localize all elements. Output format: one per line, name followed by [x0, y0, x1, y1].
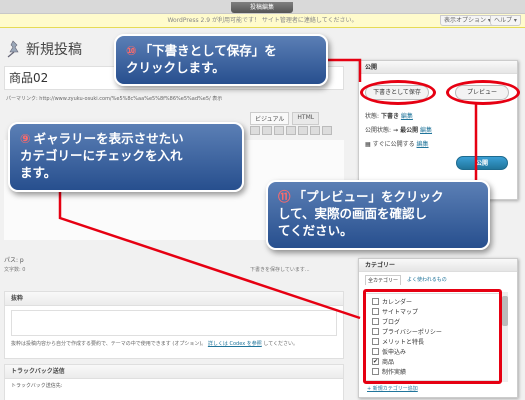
toolbar-button[interactable] [298, 126, 308, 135]
step-number: ⑩ [126, 43, 137, 58]
callout-step-11: ⑪ 「プレビュー」をクリック して、実際の画面を確認し てください。 [266, 180, 490, 250]
save-draft-highlight [360, 80, 436, 105]
callout-text: して、実際の画面を確認し [278, 206, 428, 221]
tab-visual[interactable]: ビジュアル [250, 112, 290, 125]
editor-tabs: ビジュアル HTML [250, 112, 320, 125]
toolbar-button[interactable] [250, 126, 260, 135]
schedule-label: すぐに公開する [372, 141, 415, 148]
callout-step-9: ⑨ ギャラリーを表示させたい カテゴリーにチェックを入れ ます。 [8, 122, 244, 192]
callout-text: ギャラリーを表示させたい [33, 131, 184, 146]
tab-html[interactable]: HTML [292, 112, 320, 125]
toolbar-button[interactable] [274, 126, 284, 135]
toolbar-button[interactable] [310, 126, 320, 135]
visibility-row: 公開状態: → 最公開 編集 [365, 125, 432, 134]
post-status-row: 状態: 下書き 編集 [365, 111, 413, 120]
callout-step-10: ⑩ 「下書きとして保存」を クリックします。 [114, 34, 328, 86]
calendar-icon: ▦ [365, 141, 371, 148]
help-tab[interactable]: ヘルプ ▾ [490, 15, 521, 26]
excerpt-textarea[interactable] [11, 310, 337, 336]
publish-button[interactable]: 公開 [456, 156, 508, 170]
status-edit-link[interactable]: 編集 [401, 113, 413, 120]
callout-text: クリックします。 [126, 60, 225, 75]
schedule-edit-link[interactable]: 編集 [417, 141, 429, 148]
status-label: 状態: [365, 113, 380, 120]
trackback-box: トラックバック送信 トラックバック送信先: [4, 364, 344, 400]
visibility-value: → 最公開 [392, 127, 419, 134]
excerpt-note: 抜粋は投稿内容から自分で作成する要約で、テーマの中で使用できます (オプション)… [5, 340, 343, 347]
schedule-row: ▦ すぐに公開する 編集 [365, 139, 429, 148]
header-title-tab[interactable]: 投稿編集 [231, 2, 293, 13]
status-value: 下書き [380, 113, 399, 120]
callout-text: てください。 [278, 223, 353, 238]
tab-popular-categories[interactable]: よく使われるもの [405, 275, 449, 285]
callout-text: カテゴリーにチェックを入れ [20, 148, 183, 163]
admin-header: 投稿編集 [0, 0, 525, 14]
callout-text: 「下書きとして保存」を [139, 43, 277, 58]
excerpt-note-text: 抜粋は投稿内容から自分で作成する要約で、テーマの中で使用できます (オプション)… [11, 341, 207, 347]
page-title: 新規投稿 [4, 38, 82, 60]
screen-options-tab[interactable]: 表示オプション ▾ [440, 15, 495, 26]
codex-link[interactable]: 詳しくは Codex を参照 [208, 341, 262, 347]
step-number: ⑪ [278, 189, 291, 204]
toolbar-button[interactable] [286, 126, 296, 135]
visibility-label: 公開状態: [365, 127, 392, 134]
category-tabs: 全カテゴリー よく使われるもの [359, 272, 517, 285]
callout-text: 「プレビュー」をクリック [293, 189, 444, 204]
preview-highlight [446, 80, 520, 105]
visibility-edit-link[interactable]: 編集 [420, 127, 432, 134]
permalink: パーマリンク: http://www.zyuku-osuki.com/%e5%8… [6, 96, 223, 102]
callout-text: ます。 [20, 165, 57, 180]
pushpin-icon [7, 40, 19, 58]
scrollbar-thumb[interactable] [502, 296, 508, 326]
step-number: ⑨ [20, 131, 31, 146]
excerpt-note-end: してください。 [263, 341, 299, 347]
category-highlight [363, 289, 502, 384]
autosave-status: 下書きを保存しています... [250, 267, 310, 273]
editor-path: パス: p [4, 257, 24, 264]
excerpt-box: 抜粋 抜粋は投稿内容から自分で作成する要約で、テーマの中で使用できます (オプシ… [4, 291, 344, 359]
trackback-label: トラックバック送信先: [11, 383, 63, 389]
toolbar-button[interactable] [322, 126, 332, 135]
word-count: 文字数: 0 [4, 267, 26, 273]
editor-toolbar [250, 126, 332, 135]
tab-all-categories[interactable]: 全カテゴリー [365, 275, 402, 285]
add-category-link[interactable]: + 新規カテゴリー追加 [367, 385, 418, 392]
categories-heading[interactable]: カテゴリー [359, 259, 517, 272]
excerpt-heading[interactable]: 抜粋 [5, 292, 343, 306]
trackback-heading[interactable]: トラックバック送信 [5, 365, 343, 379]
page-title-text: 新規投稿 [26, 42, 82, 58]
publish-heading[interactable]: 公開 [359, 61, 517, 74]
toolbar-button[interactable] [262, 126, 272, 135]
